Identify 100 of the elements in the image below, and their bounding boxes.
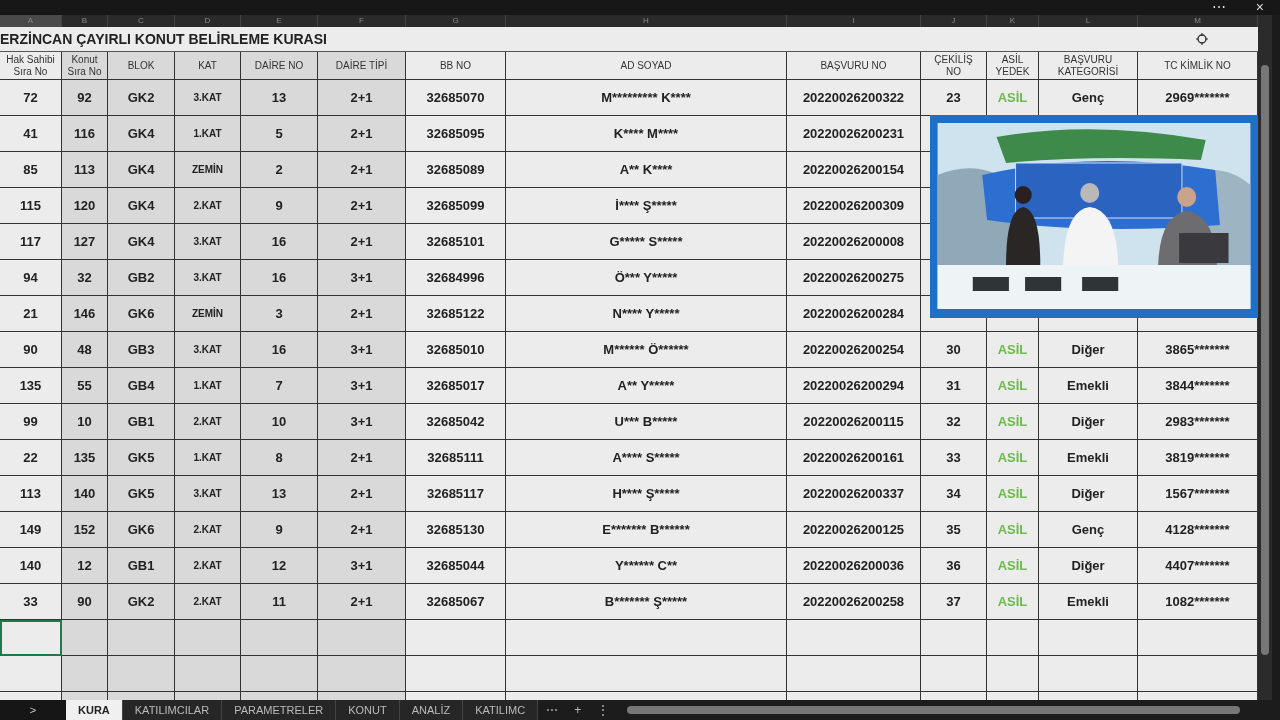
floor: 2.KAT	[175, 584, 241, 620]
column-header: BAŞVURU NO	[787, 52, 921, 80]
column-letter[interactable]: I	[787, 15, 921, 27]
masked-name: G***** S*****	[506, 224, 787, 260]
sheet-menu-button[interactable]: ⋮	[589, 700, 618, 720]
add-sheet-button[interactable]: +	[566, 700, 590, 720]
floor: 3.KAT	[175, 260, 241, 296]
flat-number: 13	[241, 476, 318, 512]
sheet-tab[interactable]: KONUT	[336, 700, 400, 720]
sheet-tab[interactable]: KURA	[66, 700, 123, 720]
unit-number: 10	[62, 404, 108, 440]
flat-number: 3	[241, 296, 318, 332]
flat-number: 2	[241, 152, 318, 188]
masked-name: E******* B******	[506, 512, 787, 548]
flat-type: 3+1	[318, 260, 406, 296]
block-name: GK4	[108, 116, 175, 152]
sheet-tab[interactable]: PARAMETRELER	[222, 700, 337, 720]
unit-number: 120	[62, 188, 108, 224]
column-letter[interactable]: H	[506, 15, 787, 27]
row-number: 99	[0, 404, 62, 440]
more-tabs-button[interactable]: ⋯	[538, 700, 567, 720]
column-letter[interactable]: B	[62, 15, 108, 27]
column-header: Konut Sıra No	[62, 52, 108, 80]
flat-type: 2+1	[318, 296, 406, 332]
bb-number: 32685010	[406, 332, 506, 368]
bb-number: 32685095	[406, 116, 506, 152]
row-number: 41	[0, 116, 62, 152]
unit-number: 92	[62, 80, 108, 116]
bb-number: 32685067	[406, 584, 506, 620]
flat-type: 2+1	[318, 152, 406, 188]
floor: 2.KAT	[175, 548, 241, 584]
masked-name: A** Y*****	[506, 368, 787, 404]
column-letter[interactable]: A	[0, 15, 62, 27]
masked-id: 1082*******	[1138, 584, 1258, 620]
block-name: GB2	[108, 260, 175, 296]
block-name: GK4	[108, 152, 175, 188]
masked-name: M****** Ö******	[506, 332, 787, 368]
column-letter[interactable]: G	[406, 15, 506, 27]
bb-number: 32685122	[406, 296, 506, 332]
selected-cell[interactable]	[0, 620, 62, 656]
bb-number: 32685111	[406, 440, 506, 476]
bb-number: 32685130	[406, 512, 506, 548]
status: ASİL	[987, 476, 1039, 512]
draw-number: 33	[921, 440, 987, 476]
application-number: 20220026200258	[787, 584, 921, 620]
draw-number: 37	[921, 584, 987, 620]
unit-number: 55	[62, 368, 108, 404]
column-letter[interactable]: F	[318, 15, 406, 27]
masked-name: B******* Ş*****	[506, 584, 787, 620]
block-name: GB4	[108, 368, 175, 404]
flat-number: 16	[241, 260, 318, 296]
flat-number: 11	[241, 584, 318, 620]
column-letter[interactable]: K	[987, 15, 1039, 27]
flat-type: 3+1	[318, 332, 406, 368]
masked-name: A**** S*****	[506, 440, 787, 476]
draw-number: 32	[921, 404, 987, 440]
flat-number: 10	[241, 404, 318, 440]
application-number: 20220026200036	[787, 548, 921, 584]
flat-type: 3+1	[318, 368, 406, 404]
unit-number: 90	[62, 584, 108, 620]
application-number: 20220026200161	[787, 440, 921, 476]
masked-name: İ**** Ş*****	[506, 188, 787, 224]
category: Diğer	[1039, 332, 1138, 368]
block-name: GB1	[108, 404, 175, 440]
masked-name: A** K****	[506, 152, 787, 188]
application-number: 20220026200284	[787, 296, 921, 332]
masked-id: 4407*******	[1138, 548, 1258, 584]
row-number: 135	[0, 368, 62, 404]
block-name: GB1	[108, 548, 175, 584]
sheet-tab[interactable]: KATILIMC	[463, 700, 539, 720]
floor: 2.KAT	[175, 404, 241, 440]
application-number: 20220026200322	[787, 80, 921, 116]
flat-type: 3+1	[318, 548, 406, 584]
close-button[interactable]: ×	[1253, 0, 1266, 15]
sheet-nav-button[interactable]: >	[0, 700, 66, 720]
flat-number: 8	[241, 440, 318, 476]
column-letter[interactable]: L	[1039, 15, 1138, 27]
column-letter[interactable]: C	[108, 15, 175, 27]
column-letter[interactable]: J	[921, 15, 987, 27]
application-number: 20220026200115	[787, 404, 921, 440]
sheet-tab[interactable]: KATILIMCILAR	[122, 700, 223, 720]
row-number: 22	[0, 440, 62, 476]
unit-number: 146	[62, 296, 108, 332]
status: ASİL	[987, 512, 1039, 548]
column-letter[interactable]: E	[241, 15, 318, 27]
flat-type: 3+1	[318, 404, 406, 440]
row-number: 149	[0, 512, 62, 548]
more-button[interactable]: ⋯	[1209, 0, 1228, 15]
block-name: GK4	[108, 224, 175, 260]
application-number: 20220026200254	[787, 332, 921, 368]
status: ASİL	[987, 440, 1039, 476]
flat-number: 9	[241, 188, 318, 224]
floor: 1.KAT	[175, 116, 241, 152]
application-number: 20220026200231	[787, 116, 921, 152]
sheet-tab[interactable]: ANALİZ	[399, 700, 464, 720]
application-number: 20220026200275	[787, 260, 921, 296]
column-header: ASİL YEDEK	[987, 52, 1039, 80]
column-letter[interactable]: D	[175, 15, 241, 27]
vertical-scrollbar[interactable]	[1258, 15, 1272, 700]
row-number: 117	[0, 224, 62, 260]
